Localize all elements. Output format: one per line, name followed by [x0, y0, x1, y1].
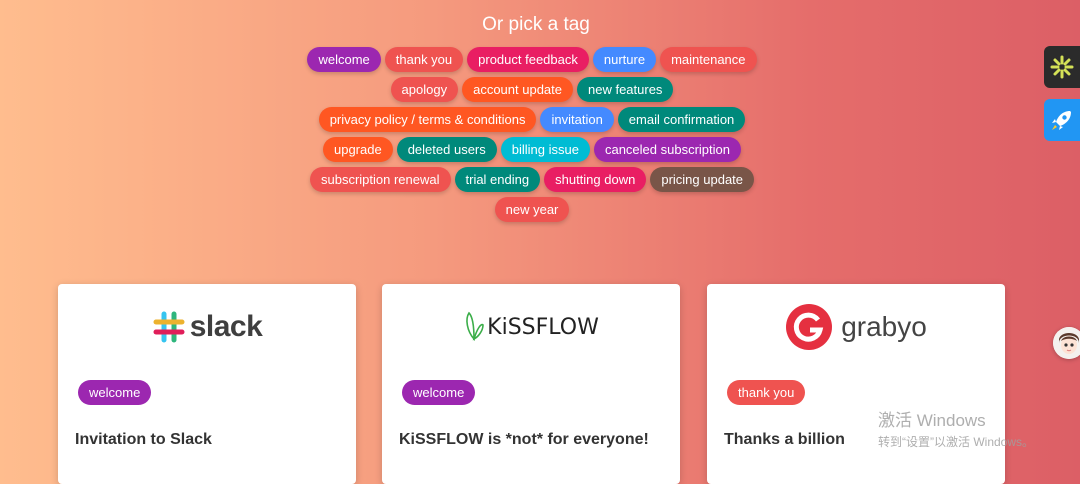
tag-product-feedback[interactable]: product feedback	[467, 47, 589, 72]
tag-deleted-users[interactable]: deleted users	[396, 137, 497, 162]
tag-welcome[interactable]: welcome	[307, 47, 381, 72]
card-tag-badge[interactable]: thank you	[727, 380, 806, 405]
template-card-grabyo[interactable]: grabyo thank you Thanks a billion	[707, 284, 1005, 484]
rocket-launcher-button[interactable]	[1044, 99, 1080, 141]
tag-invitation[interactable]: invitation	[540, 107, 614, 132]
tag-billing-issue[interactable]: billing issue	[500, 137, 590, 162]
tag-subscription-renewal[interactable]: subscription renewal	[309, 167, 451, 192]
watermark-title: 激活 Windows	[878, 411, 986, 430]
tag-nurture[interactable]: nurture	[592, 47, 657, 72]
grabyo-mark-icon	[786, 304, 833, 350]
tag-new-year[interactable]: new year	[494, 197, 570, 222]
slack-wordmark: slack	[189, 310, 263, 343]
tag-apology[interactable]: apology	[390, 77, 459, 102]
grabyo-wordmark: grabyo	[841, 311, 927, 342]
tag-thank-you[interactable]: thank you	[384, 47, 464, 72]
butterfly-icon	[466, 311, 484, 342]
slack-logo: slack	[58, 302, 356, 352]
card-tag-badge[interactable]: welcome	[78, 380, 152, 405]
avatar-face-icon	[1053, 327, 1080, 359]
tag-trial-ending[interactable]: trial ending	[454, 167, 541, 192]
tag-new-features[interactable]: new features	[577, 77, 674, 102]
kissflow-wordmark: KiSSFLOW	[487, 314, 599, 340]
chat-avatar[interactable]	[1053, 327, 1080, 359]
tag-maintenance[interactable]: maintenance	[660, 47, 757, 72]
pinwheel-icon	[1050, 55, 1074, 79]
windows-activation-watermark: 激活 Windows 转到“设置”以激活 Windows。	[878, 406, 1034, 450]
tag-privacy-policy-terms-conditions[interactable]: privacy policy / terms & conditions	[318, 107, 537, 132]
template-card-slack[interactable]: slack welcome Invitation to Slack	[58, 284, 356, 484]
tag-upgrade[interactable]: upgrade	[322, 137, 393, 162]
tag-email-confirmation[interactable]: email confirmation	[617, 107, 746, 132]
template-card-kissflow[interactable]: KiSSFLOW welcome KiSSFLOW is *not* for e…	[382, 284, 680, 484]
slack-hash-icon	[153, 311, 185, 343]
tag-account-update[interactable]: account update	[462, 77, 573, 102]
tag-cloud: welcome thank you product feedback nurture m…	[290, 47, 774, 227]
pinwheel-launcher-button[interactable]	[1044, 46, 1080, 88]
kissflow-logo: KiSSFLOW	[382, 302, 680, 352]
tag-canceled-subscription[interactable]: canceled subscription	[593, 137, 741, 162]
rocket-icon	[1052, 111, 1071, 130]
grabyo-logo: grabyo	[707, 302, 1005, 352]
tag-heading: Or pick a tag	[482, 14, 590, 35]
card-title[interactable]: Thanks a billion	[724, 431, 845, 449]
watermark-subtitle: 转到“设置”以激活 Windows。	[878, 435, 1035, 449]
card-title[interactable]: Invitation to Slack	[75, 431, 212, 449]
card-tag-badge[interactable]: welcome	[402, 380, 476, 405]
tag-shutting-down[interactable]: shutting down	[544, 167, 647, 192]
tag-pricing-update[interactable]: pricing update	[650, 167, 755, 192]
card-title[interactable]: KiSSFLOW is *not* for everyone!	[399, 431, 649, 449]
